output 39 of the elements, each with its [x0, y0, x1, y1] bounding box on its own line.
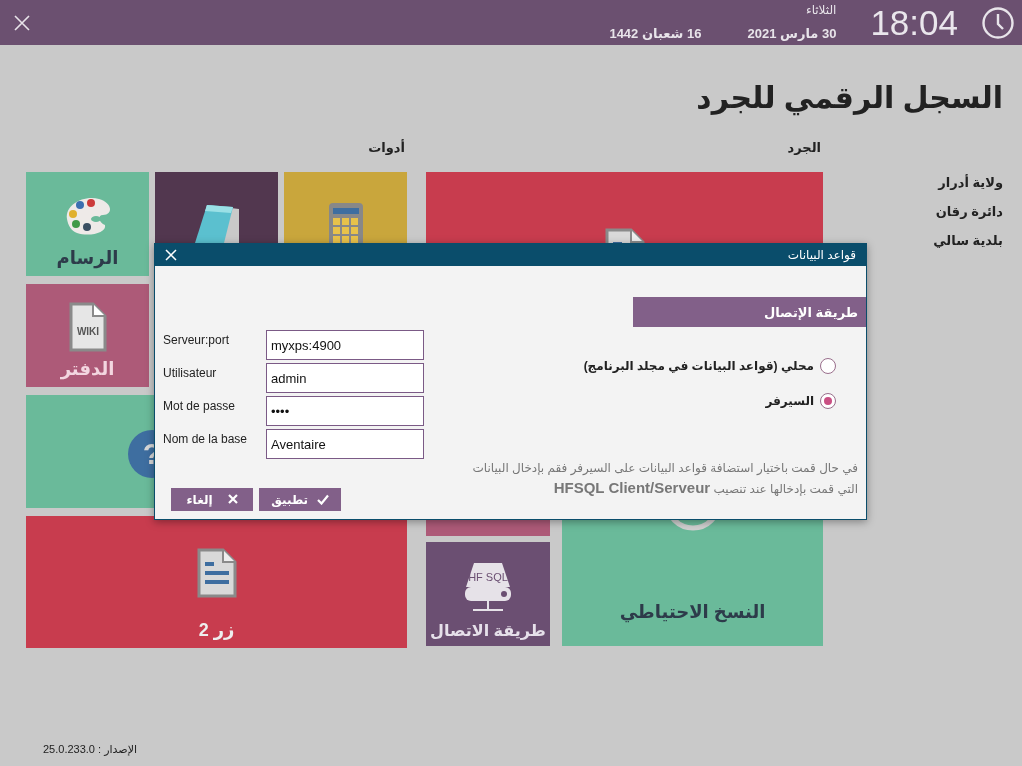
- tile-label: الرسام: [56, 248, 119, 270]
- input-field[interactable]: admin: [266, 363, 424, 393]
- clock-time: 18:04: [870, 5, 958, 40]
- field-label: Mot de passe: [163, 398, 237, 415]
- app-tile[interactable]: زر 2: [26, 516, 407, 648]
- cancel-icon[interactable]: [227, 494, 238, 505]
- radio-option[interactable]: السيرفر: [765, 389, 836, 413]
- radio-button[interactable]: [820, 393, 836, 409]
- input-field[interactable]: myxps:4900: [266, 330, 424, 360]
- tile-label: الدفتر: [60, 359, 115, 381]
- close-icon[interactable]: [14, 14, 30, 31]
- clock-icon: [982, 6, 1014, 39]
- tile-label: النسخ الاحتياطي: [619, 602, 766, 624]
- app-tile[interactable]: الرسام: [26, 172, 149, 276]
- input-field[interactable]: ••••: [266, 396, 424, 426]
- group-label: الجرد: [786, 140, 822, 157]
- radio-option[interactable]: محلي (قواعد البيانات في مجلد البرنامج): [583, 354, 836, 378]
- field-label: Utilisateur: [163, 365, 218, 382]
- apply-button[interactable]: تطبيق: [259, 488, 341, 511]
- document-icon: [196, 548, 237, 599]
- location-label: بلدية سالي: [933, 233, 1003, 250]
- weekday-label: الثلاثاء: [806, 3, 837, 17]
- cancel-button[interactable]: إلغاء: [171, 488, 253, 511]
- location-label: ولاية أدرار: [938, 175, 1003, 192]
- wiki-page-icon: WIKI: [68, 301, 107, 352]
- app-title: السجل الرقمي للجرد: [695, 80, 1003, 118]
- tile-label: طريقة الاتصال: [430, 620, 546, 640]
- checkmark-icon[interactable]: [316, 494, 329, 505]
- field-label: Serveur:port: [163, 332, 231, 349]
- radio-button[interactable]: [820, 358, 836, 374]
- version-label: الإصدار : 25.0.233.0: [42, 743, 137, 758]
- hijri-date: 16 شعبان 1442: [609, 26, 702, 43]
- location-label: دائرة رقان: [935, 204, 1003, 221]
- section-header: طريقة الإتصال: [633, 297, 866, 327]
- dialog-title: قواعد البيانات: [787, 248, 856, 262]
- group-label: أدوات: [367, 140, 406, 157]
- gregorian-date: 30 مارس 2021: [747, 26, 837, 41]
- tile-label: زر 2: [198, 620, 235, 642]
- input-field[interactable]: Aventaire: [266, 429, 424, 459]
